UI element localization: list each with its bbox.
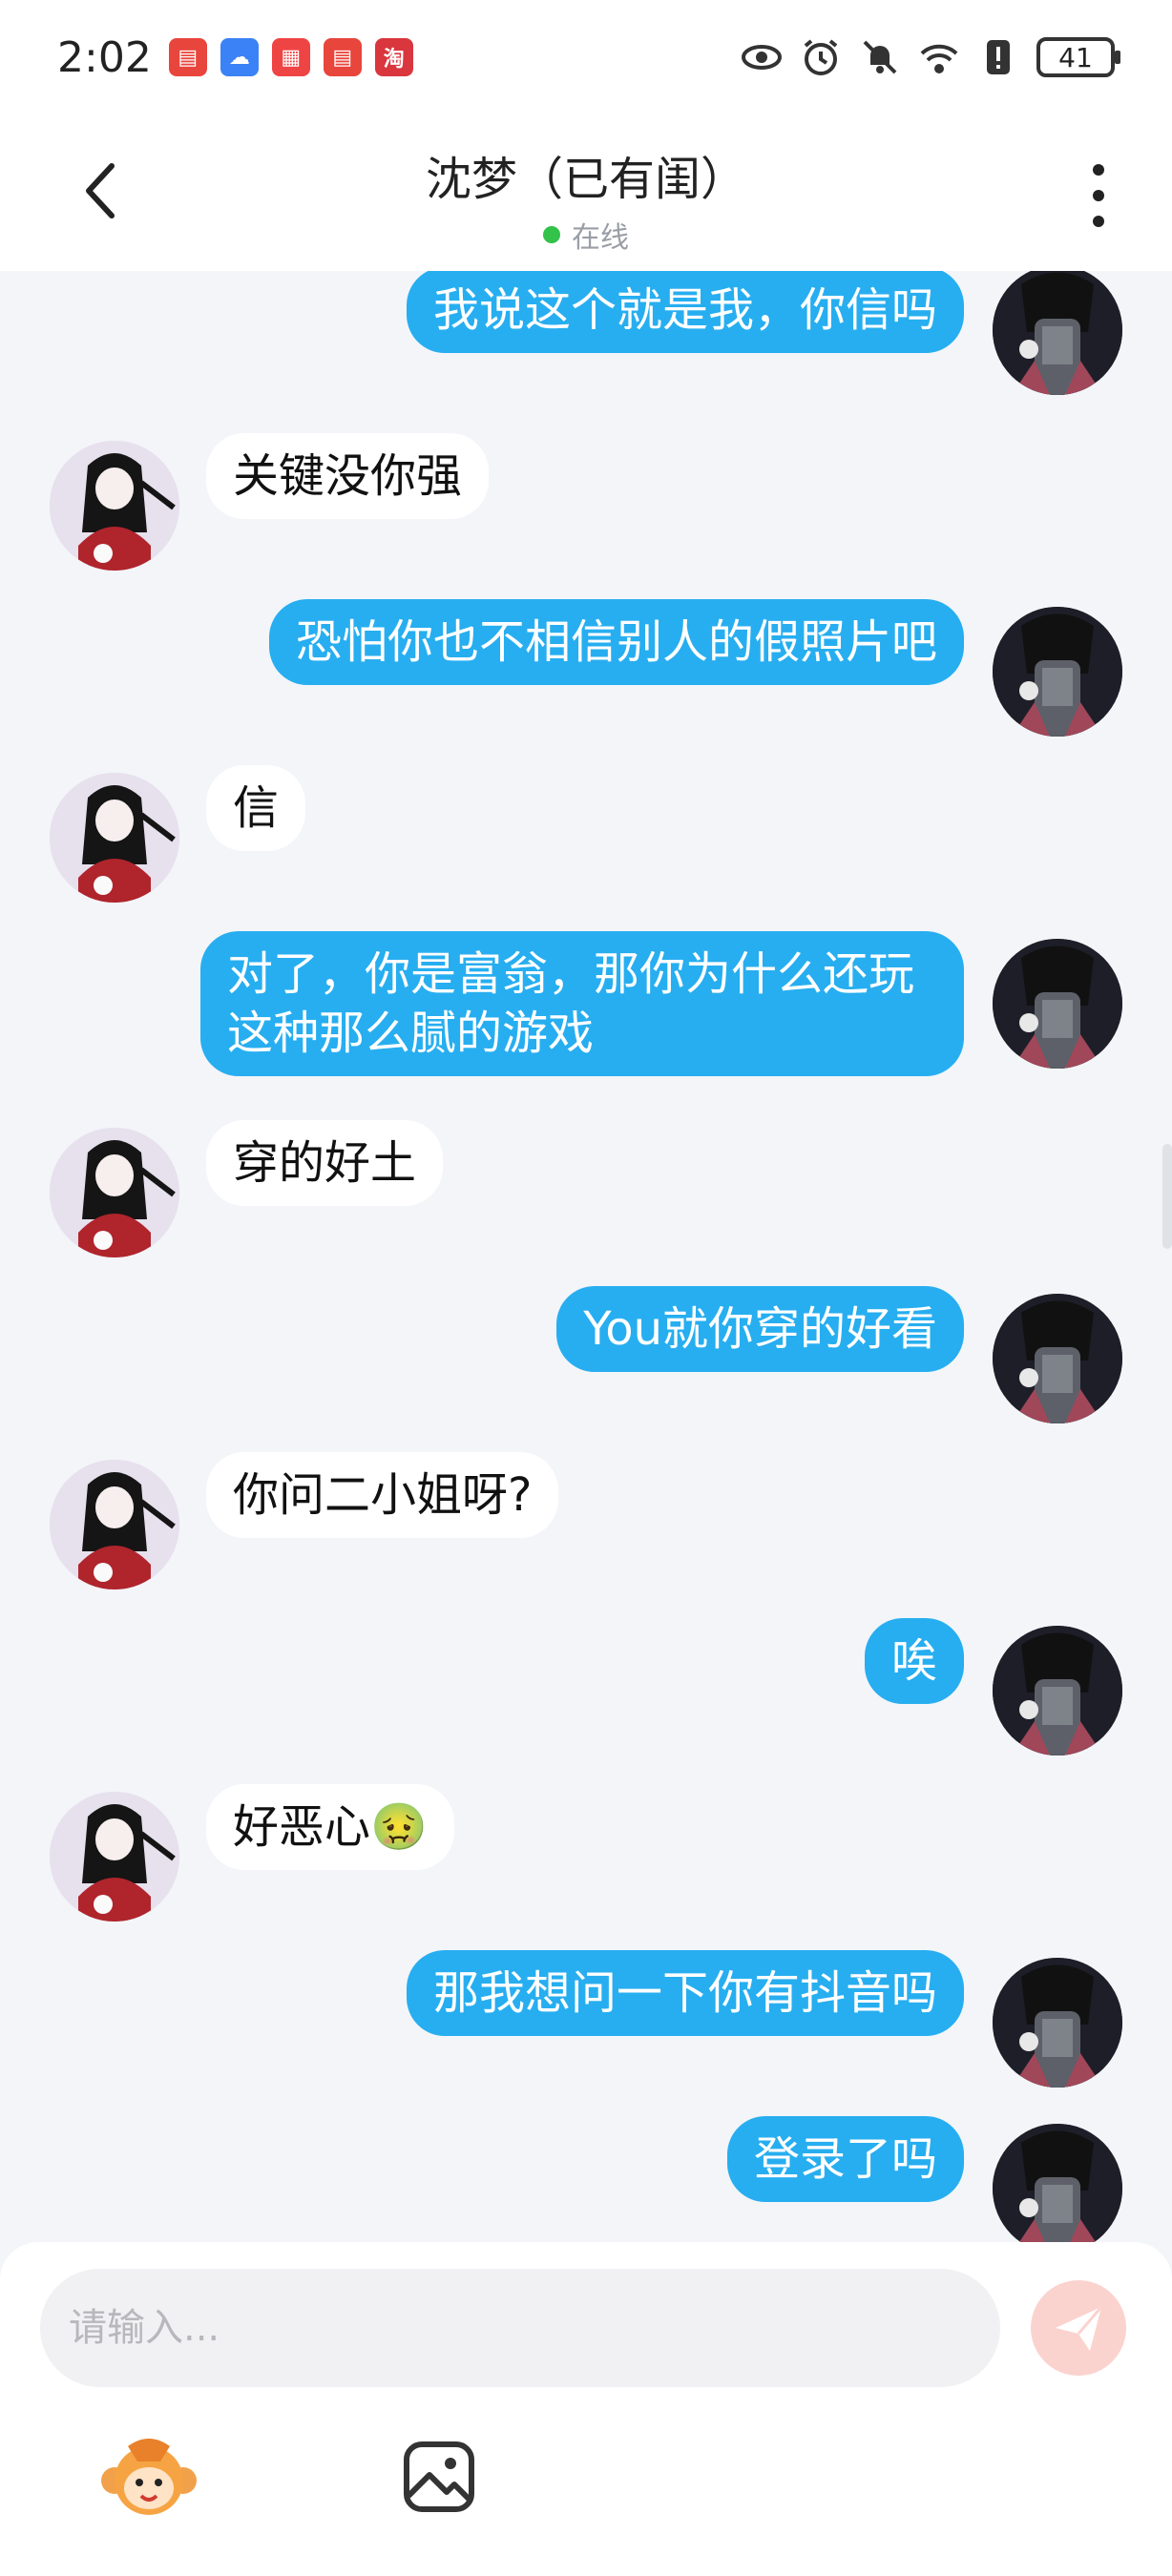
chat-title: 沈梦（已有闺）	[425, 153, 746, 206]
contact-avatar-image	[50, 1792, 179, 1922]
self-avatar-image	[993, 271, 1122, 395]
eye-icon	[741, 36, 783, 78]
message-bubble-other[interactable]: 好恶心🤢	[206, 1784, 454, 1870]
system-status-icons: 41	[741, 36, 1120, 78]
online-status-text: 在线	[572, 221, 629, 255]
self-avatar-image	[993, 607, 1122, 737]
self-avatar[interactable]	[993, 939, 1122, 1069]
self-avatar[interactable]	[993, 1294, 1122, 1423]
message-bubble-other[interactable]: 你问二小姐呀?	[206, 1452, 559, 1538]
send-button[interactable]	[1031, 2280, 1126, 2376]
cloud-app-icon: ☁	[220, 38, 259, 76]
message-bubble-self[interactable]: 我说这个就是我，你信吗	[406, 271, 964, 353]
self-avatar-image	[993, 939, 1122, 1069]
mute-bell-icon	[859, 36, 901, 78]
huawei-app-icon: ▤	[168, 38, 207, 76]
image-icon	[404, 2441, 474, 2512]
contact-avatar-image	[50, 1460, 179, 1589]
self-avatar[interactable]	[993, 2124, 1122, 2242]
image-picker-button[interactable]	[401, 2439, 477, 2515]
self-avatar[interactable]	[993, 1626, 1122, 1755]
online-status: 在线	[0, 214, 1172, 256]
contact-avatar-image	[50, 773, 179, 903]
message-bubble-self[interactable]: You就你穿的好看	[556, 1286, 964, 1372]
contact-avatar[interactable]	[50, 441, 179, 571]
self-avatar-image	[993, 1294, 1122, 1423]
contact-avatar-image	[50, 1128, 179, 1257]
self-avatar[interactable]	[993, 271, 1122, 395]
paper-plane-icon	[1056, 2306, 1103, 2351]
message-bubble-other[interactable]: 信	[206, 765, 306, 851]
chat-title-block: 沈梦（已有闺） 在线	[0, 141, 1172, 256]
self-avatar-image	[993, 1958, 1122, 2088]
gift-app-icon: ▦	[271, 38, 310, 76]
message-bubble-self[interactable]: 对了，你是富翁，那你为什么还玩这种那么腻的游戏	[200, 931, 964, 1076]
taobao-app-icon: 淘	[374, 38, 413, 76]
message-bubble-self[interactable]: 恐怕你也不相信别人的假照片吧	[268, 599, 964, 685]
more-dot-icon	[1093, 216, 1104, 227]
self-avatar-image	[993, 1626, 1122, 1755]
message-bubble-self[interactable]: 唉	[864, 1618, 964, 1704]
message-bubble-other[interactable]: 穿的好土	[206, 1120, 444, 1206]
self-avatar-image	[993, 2124, 1122, 2242]
emoji-button[interactable]	[99, 2433, 199, 2521]
contact-avatar[interactable]	[50, 773, 179, 903]
notification-app-icons: ▤ ☁ ▦ ▤ 淘	[168, 38, 413, 76]
message-bubble-other[interactable]: 关键没你强	[206, 433, 490, 519]
huawei-store-icon: ▤	[323, 38, 362, 76]
scrollbar-thumb[interactable]	[1162, 1144, 1172, 1249]
alarm-icon	[800, 36, 842, 78]
status-time: 2:02	[57, 32, 152, 82]
battery-indicator: 41	[1036, 37, 1120, 77]
more-dot-icon	[1093, 190, 1104, 201]
sim-alert-icon	[977, 36, 1019, 78]
message-list[interactable]: 我说这个就是我，你信吗 关键没你强 恐怕你也不相信别人的假照片吧 信 对了，你是…	[0, 271, 1172, 2242]
self-avatar[interactable]	[993, 1958, 1122, 2088]
wifi-icon	[918, 36, 960, 78]
online-dot-icon	[543, 226, 560, 243]
chat-header: 沈梦（已有闺） 在线	[0, 114, 1172, 271]
contact-avatar[interactable]	[50, 1128, 179, 1257]
message-input[interactable]	[40, 2269, 1000, 2387]
contact-avatar-image	[50, 441, 179, 571]
message-bubble-self[interactable]: 那我想问一下你有抖音吗	[406, 1950, 964, 2036]
more-dot-icon	[1093, 164, 1104, 176]
status-bar: 2:02 ▤ ☁ ▦ ▤ 淘 41	[0, 0, 1172, 114]
self-avatar[interactable]	[993, 607, 1122, 737]
monkey-emoji-icon	[101, 2439, 197, 2515]
message-bubble-self[interactable]: 登录了吗	[726, 2116, 964, 2202]
more-options-button[interactable]	[1084, 164, 1113, 227]
contact-avatar[interactable]	[50, 1460, 179, 1589]
contact-avatar[interactable]	[50, 1792, 179, 1922]
composer	[0, 2242, 1172, 2576]
